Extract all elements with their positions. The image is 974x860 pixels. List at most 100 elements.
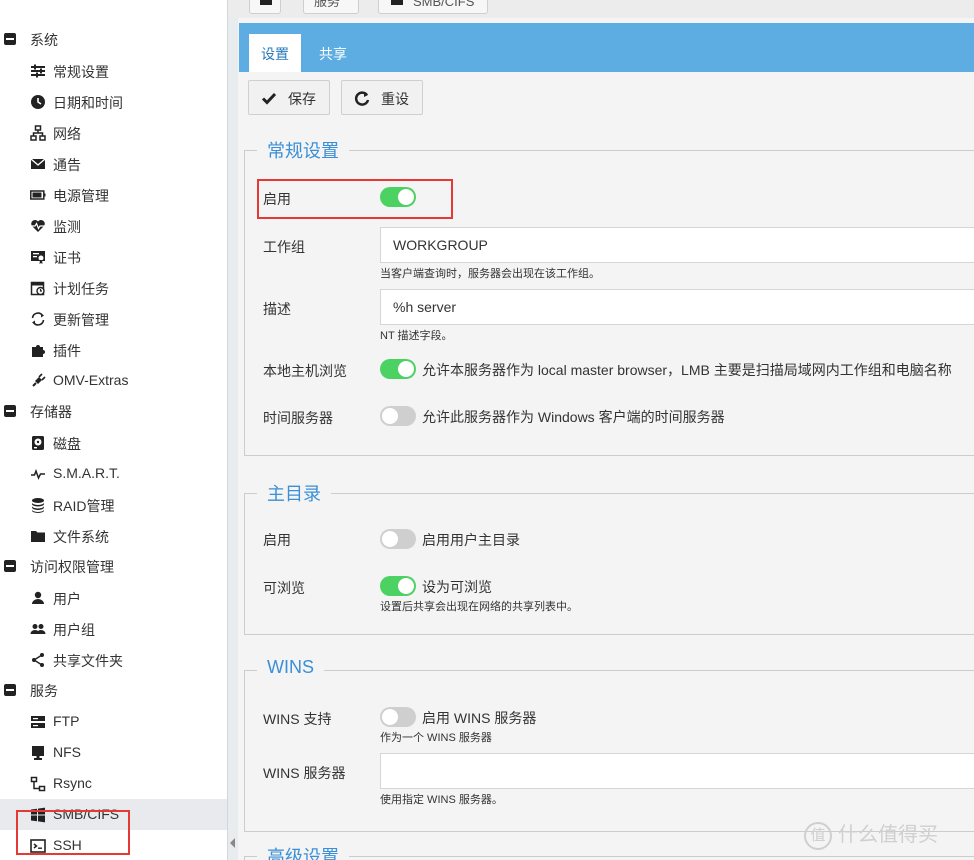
sidebar-item-6[interactable]: 证书 [0, 241, 227, 272]
main-panel: 设置 共享 保存 重设 常规设置 启用 工作组 WORKGROUP 当客户端查询… [238, 18, 974, 860]
breadcrumb-smb[interactable]: SMB/CIFS [378, 0, 488, 14]
sidebar-item-3[interactable]: 通告 [0, 148, 227, 179]
watermark-logo: 值什么值得买 [804, 818, 938, 850]
sidebar-item-17[interactable]: 共享文件夹 [0, 644, 227, 675]
browsable-text: 设为可浏览 [422, 579, 492, 595]
advanced-legend: 高级设置 [257, 843, 349, 860]
collapse-minus-icon[interactable] [4, 684, 16, 696]
refresh-icon [30, 311, 46, 327]
sidebar-item-0[interactable]: 常规设置 [0, 55, 227, 86]
heartbeat-icon [30, 218, 46, 234]
local-browse-label: 本地主机浏览 [263, 363, 347, 379]
hdd-icon [30, 435, 46, 451]
description-input[interactable] [380, 289, 974, 325]
time-server-text: 允许此服务器作为 Windows 客户端的时间服务器 [422, 409, 725, 425]
browsable-toggle[interactable] [380, 576, 416, 596]
sidebar-group-label: 服务 [30, 683, 58, 699]
sidebar-group-label: 访问权限管理 [30, 559, 114, 575]
collapse-minus-icon[interactable] [4, 560, 16, 572]
sidebar-item-label: 文件系统 [53, 529, 109, 545]
sidebar-group-1[interactable]: 存储器 [0, 396, 227, 427]
collapse-arrow-icon[interactable] [230, 838, 235, 848]
clock-icon [30, 94, 46, 110]
sidebar-item-4[interactable]: 电源管理 [0, 179, 227, 210]
certificate-icon [30, 249, 46, 265]
enable-toggle[interactable] [380, 187, 416, 207]
sliders-icon [30, 63, 46, 79]
sidebar-item-label: 共享文件夹 [53, 653, 123, 669]
smb-highlight-box [16, 810, 130, 855]
sidebar-item-label: 日期和时间 [53, 95, 123, 111]
sidebar-item-9[interactable]: 插件 [0, 334, 227, 365]
sidebar-group-label: 存储器 [30, 404, 72, 420]
sidebar-item-19[interactable]: NFS [0, 737, 227, 768]
puzzle-icon [30, 342, 46, 358]
workgroup-input[interactable] [380, 227, 974, 263]
envelope-icon [30, 156, 46, 172]
app-window: 服务 SMB/CIFS 系统 常规设置 日期和时间 网络 通告 电源管理 监测 证书 计划任务更… [0, 0, 974, 860]
sidebar-splitter[interactable] [228, 18, 238, 860]
wins-support-hint: 作为一个 WINS 服务器 [380, 732, 492, 744]
wins-server-label: WINS 服务器 [263, 765, 346, 781]
sidebar-item-18[interactable]: FTP [0, 706, 227, 737]
sidebar-item-7[interactable]: 计划任务 [0, 272, 227, 303]
workgroup-hint: 当客户端查询时，服务器会出现在该工作组。 [380, 268, 600, 280]
windows-icon [391, 0, 403, 5]
workgroup-label: 工作组 [263, 239, 305, 255]
collapse-minus-icon[interactable] [4, 405, 16, 417]
time-server-toggle[interactable] [380, 406, 416, 426]
database-icon [30, 497, 46, 513]
sidebar-item-1[interactable]: 日期和时间 [0, 86, 227, 117]
sidebar-item-16[interactable]: 用户组 [0, 613, 227, 644]
server-icon [30, 714, 46, 730]
users-icon [30, 621, 46, 637]
sidebar-item-10[interactable]: OMV-Extras [0, 365, 227, 396]
sidebar-item-label: S.M.A.R.T. [53, 465, 120, 481]
breadcrumb-service[interactable]: 服务 [303, 0, 359, 14]
sidebar-group-0[interactable]: 系统 [0, 24, 227, 55]
sitemap-icon [30, 776, 46, 792]
check-icon [261, 90, 277, 106]
collapse-minus-icon[interactable] [4, 33, 16, 45]
sidebar-item-label: 磁盘 [53, 436, 81, 452]
sidebar-item-13[interactable]: RAID管理 [0, 489, 227, 520]
sidebar-item-20[interactable]: Rsync [0, 768, 227, 799]
tab-settings[interactable]: 设置 [249, 34, 301, 72]
time-server-label: 时间服务器 [263, 410, 333, 426]
sidebar-item-5[interactable]: 监测 [0, 210, 227, 241]
reset-button[interactable]: 重设 [341, 80, 423, 115]
sidebar-item-2[interactable]: 网络 [0, 117, 227, 148]
sidebar-group-2[interactable]: 访问权限管理 [0, 551, 227, 582]
network-icon [30, 125, 46, 141]
browsable-hint: 设置后共享会出现在网络的共享列表中。 [380, 601, 578, 613]
sidebar-item-8[interactable]: 更新管理 [0, 303, 227, 334]
home-enable-toggle[interactable] [380, 529, 416, 549]
browsable-label: 可浏览 [263, 580, 305, 596]
desktop-icon [30, 745, 46, 761]
save-button[interactable]: 保存 [248, 80, 330, 115]
calendar-clock-icon [30, 280, 46, 296]
tab-bar: 设置 共享 [239, 23, 974, 72]
sidebar-group-3[interactable]: 服务 [0, 675, 227, 706]
share-icon [30, 652, 46, 668]
breadcrumb: 服务 SMB/CIFS [0, 0, 974, 18]
sidebar-item-14[interactable]: 文件系统 [0, 520, 227, 551]
sidebar-item-15[interactable]: 用户 [0, 582, 227, 613]
wins-support-label: WINS 支持 [263, 711, 332, 727]
sidebar-group-label: 系统 [30, 32, 58, 48]
home-enable-label: 启用 [263, 532, 291, 548]
sidebar-item-12[interactable]: S.M.A.R.T. [0, 458, 227, 489]
sidebar-item-label: OMV-Extras [53, 372, 129, 388]
sidebar-item-label: 通告 [53, 157, 81, 173]
tab-share[interactable]: 共享 [307, 34, 359, 72]
wins-server-input[interactable] [380, 753, 974, 789]
sidebar-item-label: FTP [53, 713, 80, 729]
sidebar-item-label: 插件 [53, 343, 81, 359]
breadcrumb-home[interactable] [249, 0, 281, 14]
general-settings-legend: 常规设置 [257, 137, 349, 163]
local-browse-toggle[interactable] [380, 359, 416, 379]
wins-support-toggle[interactable] [380, 707, 416, 727]
sidebar-item-label: 证书 [53, 250, 81, 266]
sidebar-item-label: 用户 [53, 591, 81, 607]
sidebar-item-11[interactable]: 磁盘 [0, 427, 227, 458]
